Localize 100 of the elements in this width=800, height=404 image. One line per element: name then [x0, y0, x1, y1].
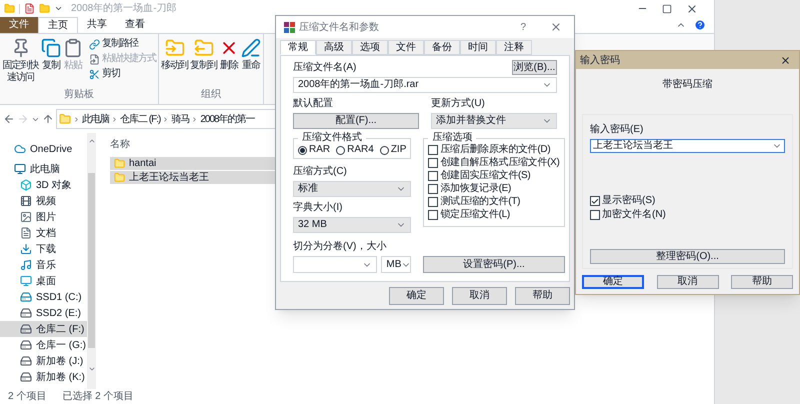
dialog-button[interactable]: 取消 — [452, 287, 507, 305]
download-icon — [20, 243, 32, 255]
dialog-button[interactable]: 确定 — [582, 275, 644, 289]
help-button[interactable]: ? — [520, 20, 526, 34]
dialog-button[interactable]: 取消 — [656, 275, 718, 289]
back-icon[interactable] — [3, 113, 15, 125]
nav-item[interactable]: 仓库二 (F:) — [0, 321, 87, 337]
nav-item[interactable]: 桌面 — [0, 273, 87, 289]
breadcrumb[interactable]: 仓库二 (F:) — [120, 112, 160, 126]
ribbon-tab[interactable]: 主页 — [38, 17, 78, 33]
checkbox[interactable] — [428, 158, 438, 168]
browse-button[interactable]: 浏览(B)... — [512, 60, 557, 75]
help-icon[interactable] — [694, 19, 706, 31]
option-label[interactable]: 创建固实压缩文件(S) — [428, 170, 560, 182]
ribbon-button[interactable]: 复制 — [41, 38, 61, 87]
separator-icon — [111, 116, 118, 122]
password-field[interactable]: 上老王论坛当老王 — [590, 139, 785, 153]
ribbon-button[interactable]: 移动到 — [161, 38, 188, 87]
dialog-title: 压缩文件名和参数 — [299, 20, 379, 34]
radio-option[interactable]: ZIP — [380, 145, 406, 155]
dialog-button[interactable]: 确定 — [389, 287, 444, 305]
checkbox[interactable] — [428, 145, 438, 155]
nav-item[interactable]: OneDrive — [0, 141, 87, 157]
option-label[interactable]: 创建自解压格式压缩文件(X) — [428, 157, 560, 169]
scroll-down-icon[interactable] — [88, 365, 96, 373]
folder-icon — [114, 158, 125, 169]
option-label[interactable]: 测试压缩的文件(T) — [428, 196, 560, 208]
nav-item[interactable]: 3D 对象 — [0, 177, 87, 193]
ribbon-button[interactable]: 复制到 — [190, 38, 217, 87]
checkbox[interactable] — [590, 210, 600, 220]
radio-option[interactable]: RAR4 — [336, 145, 374, 155]
tab[interactable]: 选项 — [352, 40, 388, 55]
nav-item[interactable]: 新加卷 (J:) — [0, 353, 87, 369]
checkbox[interactable] — [428, 210, 438, 220]
nav-item[interactable]: 视频 — [0, 193, 87, 209]
nav-item[interactable]: SSD1 (C:) — [0, 289, 87, 305]
nav-item[interactable]: 下载 — [0, 241, 87, 257]
ribbon-tab[interactable]: 共享 — [78, 17, 116, 33]
pc-icon — [14, 163, 26, 175]
cube-icon — [20, 179, 32, 191]
field-label: 字典大小(I) — [293, 200, 344, 215]
checkbox[interactable] — [428, 184, 438, 194]
checkbox[interactable] — [590, 196, 600, 206]
tab[interactable]: 注释 — [496, 40, 532, 55]
update-mode-select[interactable]: 添加并替换文件 — [431, 113, 557, 129]
nav-item[interactable]: 仓库一 (G:) — [0, 337, 87, 353]
option-label[interactable]: 锁定压缩文件(L) — [428, 209, 560, 221]
radio-option[interactable]: RAR — [298, 145, 330, 155]
organize-passwords-button[interactable]: 整理密码(O)... — [590, 249, 785, 264]
tab[interactable]: 文件 — [388, 40, 424, 55]
file-menu-tab[interactable]: 文件 — [0, 17, 38, 33]
nav-item[interactable]: 图片 — [0, 209, 87, 225]
properties-icon[interactable] — [24, 3, 35, 14]
ribbon-button[interactable]: 复制路径 — [89, 38, 156, 50]
radio[interactable] — [380, 146, 389, 154]
option-label[interactable]: 添加恢复记录(E) — [428, 183, 560, 195]
dictionary-select[interactable]: 32 MB — [293, 217, 412, 233]
nav-item[interactable]: 此电脑 — [0, 161, 87, 177]
checkbox[interactable] — [428, 171, 438, 181]
tab[interactable]: 时间 — [460, 40, 496, 55]
radio[interactable] — [298, 146, 307, 154]
checkbox[interactable] — [428, 197, 438, 207]
tab[interactable]: 常规 — [280, 40, 316, 55]
breadcrumb[interactable]: 此电脑 — [82, 112, 109, 126]
option-label[interactable]: 加密文件名(N) — [590, 209, 785, 221]
folder-icon — [114, 172, 125, 183]
ribbon-button[interactable]: 删除 — [219, 38, 239, 87]
set-password-button[interactable]: 设置密码(P)... — [423, 256, 565, 273]
nav-item[interactable]: SSD2 (E:) — [0, 305, 87, 321]
field-label: 压缩文件名(A) — [293, 60, 356, 75]
breadcrumb[interactable]: 2008年的第一 — [200, 112, 255, 126]
method-select[interactable]: 标准 — [293, 181, 412, 197]
close-icon[interactable] — [780, 54, 791, 66]
tab[interactable]: 备份 — [424, 40, 460, 55]
option-label[interactable]: 显示密码(S) — [590, 195, 785, 207]
unit-select[interactable]: MB — [381, 256, 412, 273]
dropdown-icon[interactable] — [54, 4, 63, 13]
breadcrumb[interactable]: 骑马 — [171, 112, 190, 126]
nav-item[interactable]: 文档 — [0, 225, 87, 241]
close-icon[interactable] — [686, 2, 698, 14]
nav-item[interactable]: 音乐 — [0, 257, 87, 273]
maximize-icon[interactable] — [662, 4, 672, 14]
ribbon-button[interactable]: 重命 — [241, 38, 261, 87]
ribbon-tab[interactable]: 查看 — [116, 17, 154, 33]
archive-name-field[interactable]: 2008年的第一场血-刀郎.rar — [293, 77, 557, 93]
ribbon-button[interactable]: 剪切 — [89, 68, 156, 80]
dialog-button[interactable]: 帮助 — [731, 275, 793, 289]
ribbon-button[interactable]: 固定到快速访问 — [2, 38, 39, 87]
nav-item[interactable]: 新加卷 (K:) — [0, 369, 87, 385]
dialog-button[interactable]: 帮助 — [515, 287, 570, 305]
tab[interactable]: 高级 — [316, 40, 352, 55]
scroll-up-icon[interactable] — [88, 137, 96, 145]
option-label[interactable]: 压缩后删除原来的文件(D) — [428, 144, 560, 156]
profile-button[interactable]: 配置(F)... — [293, 113, 419, 129]
radio[interactable] — [336, 146, 346, 154]
volume-size-field[interactable] — [293, 256, 378, 273]
scrollbar[interactable] — [87, 133, 96, 389]
up-icon[interactable] — [42, 113, 54, 125]
drive-icon — [20, 307, 32, 319]
close-icon[interactable] — [550, 21, 562, 33]
